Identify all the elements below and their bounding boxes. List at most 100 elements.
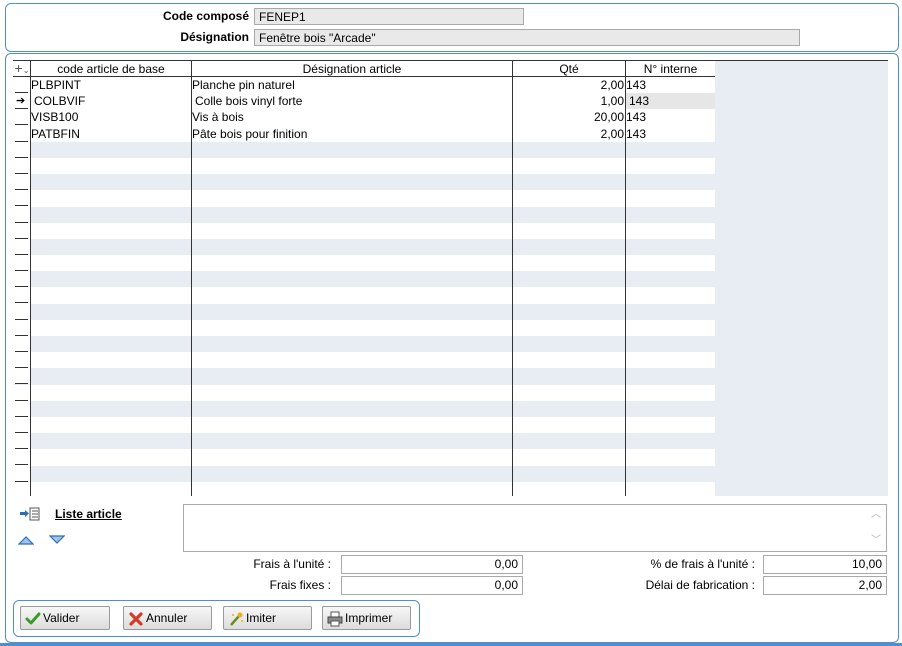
empty-row[interactable] [13, 255, 715, 272]
empty-row[interactable] [13, 352, 715, 369]
empty-cell[interactable] [192, 255, 512, 271]
empty-cell[interactable] [513, 271, 625, 287]
liste-article-title[interactable]: Liste article [55, 507, 122, 521]
cell-qte[interactable]: 2,00 [513, 126, 625, 142]
empty-cell[interactable] [513, 223, 625, 239]
empty-cell[interactable] [31, 223, 191, 239]
empty-cell[interactable] [626, 255, 715, 271]
row-indicator[interactable] [13, 465, 30, 482]
cell-qte[interactable]: 2,00 [513, 77, 625, 93]
move-up-icon[interactable] [17, 534, 35, 549]
empty-row[interactable] [13, 303, 715, 320]
empty-cell[interactable] [513, 417, 625, 433]
table-row[interactable]: PLBPINT Planche pin naturel 2,00 143 [13, 77, 715, 94]
liste-article-memo[interactable]: ︿ ﹀ [183, 504, 887, 552]
row-indicator[interactable] [13, 77, 30, 93]
col-header-interne[interactable]: N° interne [626, 62, 715, 76]
empty-cell[interactable] [513, 142, 625, 158]
row-indicator[interactable] [13, 238, 30, 255]
empty-cell[interactable] [31, 174, 191, 190]
empty-cell[interactable] [626, 287, 715, 303]
empty-cell[interactable] [192, 190, 512, 206]
empty-cell[interactable] [31, 287, 191, 303]
empty-cell[interactable] [31, 433, 191, 449]
empty-cell[interactable] [31, 401, 191, 417]
cell-code[interactable]: VISB100 [31, 109, 191, 125]
empty-cell[interactable] [31, 466, 191, 482]
empty-cell[interactable] [513, 190, 625, 206]
empty-cell[interactable] [626, 158, 715, 174]
row-indicator[interactable] [13, 352, 30, 369]
empty-cell[interactable] [31, 385, 191, 401]
cell-qte[interactable]: 1,00 [513, 93, 625, 109]
empty-row[interactable] [13, 157, 715, 175]
row-indicator[interactable] [13, 287, 30, 304]
empty-row[interactable] [13, 174, 715, 191]
empty-cell[interactable] [31, 417, 191, 433]
frais-fixes-field[interactable]: 0,00 [341, 576, 523, 595]
imiter-button[interactable]: Imiter [223, 606, 312, 630]
empty-cell[interactable] [192, 385, 512, 401]
row-indicator[interactable] [13, 319, 30, 336]
row-indicator[interactable] [13, 190, 30, 207]
row-indicator[interactable] [13, 384, 30, 401]
empty-cell[interactable] [626, 417, 715, 433]
empty-row[interactable] [13, 465, 715, 482]
empty-cell[interactable] [626, 174, 715, 190]
empty-cell[interactable] [626, 320, 715, 336]
empty-cell[interactable] [626, 385, 715, 401]
scroll-up-icon[interactable]: ︿ [870, 509, 882, 521]
empty-cell[interactable] [31, 239, 191, 255]
empty-cell[interactable] [31, 142, 191, 158]
empty-cell[interactable] [513, 368, 625, 384]
empty-row[interactable] [13, 206, 715, 223]
empty-cell[interactable] [192, 271, 512, 287]
empty-cell[interactable] [192, 449, 512, 465]
table-row[interactable]: VISB100 Vis à bois 20,00 143 [13, 109, 715, 126]
empty-cell[interactable] [513, 482, 625, 496]
empty-cell[interactable] [626, 401, 715, 417]
row-indicator[interactable] [13, 303, 30, 320]
designation-field[interactable]: Fenêtre bois "Arcade" [254, 29, 800, 46]
cell-interne[interactable]: 143 [626, 126, 715, 142]
empty-cell[interactable] [31, 255, 191, 271]
empty-cell[interactable] [513, 401, 625, 417]
cell-designation[interactable]: Planche pin naturel [192, 77, 512, 93]
cell-designation[interactable]: Vis à bois [192, 109, 512, 125]
empty-cell[interactable] [31, 336, 191, 352]
empty-cell[interactable] [31, 320, 191, 336]
empty-cell[interactable] [31, 158, 191, 174]
empty-cell[interactable] [192, 417, 512, 433]
empty-cell[interactable] [513, 320, 625, 336]
pct-frais-field[interactable]: 10,00 [763, 555, 887, 574]
empty-row[interactable] [13, 416, 715, 434]
row-indicator[interactable] [13, 449, 30, 466]
cell-code[interactable]: PLBPINT [31, 77, 191, 93]
cell-qte[interactable]: 20,00 [513, 109, 625, 125]
empty-cell[interactable] [626, 271, 715, 287]
empty-cell[interactable] [192, 320, 512, 336]
empty-cell[interactable] [192, 482, 512, 496]
row-indicator[interactable] [13, 433, 30, 450]
cell-designation[interactable]: Colle bois vinyl forte [192, 93, 512, 109]
code-compose-field[interactable]: FENEP1 [254, 8, 524, 25]
table-row[interactable]: ➔ COLBVIF Colle bois vinyl forte 1,00 143 [13, 93, 715, 110]
empty-row[interactable] [13, 336, 715, 353]
empty-row[interactable] [13, 190, 715, 207]
empty-cell[interactable] [513, 174, 625, 190]
empty-cell[interactable] [31, 482, 191, 496]
empty-row[interactable] [13, 384, 715, 401]
row-indicator[interactable] [13, 271, 30, 288]
scroll-down-icon[interactable]: ﹀ [870, 535, 882, 547]
empty-cell[interactable] [626, 482, 715, 496]
empty-cell[interactable] [626, 190, 715, 206]
empty-row[interactable] [13, 400, 715, 417]
table-row[interactable]: PATBFIN Pâte bois pour finition 2,00 143 [13, 125, 715, 142]
row-indicator[interactable] [13, 336, 30, 352]
empty-cell[interactable] [626, 304, 715, 320]
cell-code[interactable]: COLBVIF [31, 93, 191, 109]
row-indicator[interactable] [13, 157, 30, 174]
empty-cell[interactable] [626, 207, 715, 223]
empty-cell[interactable] [192, 433, 512, 449]
empty-cell[interactable] [31, 304, 191, 320]
